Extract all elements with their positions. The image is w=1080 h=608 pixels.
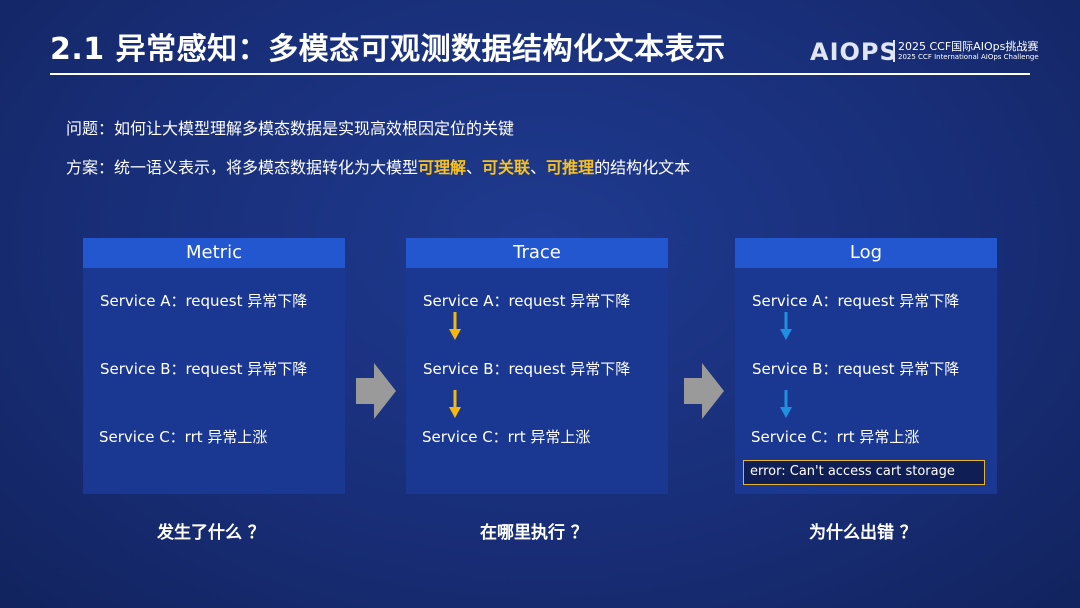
arrow-down-icon (780, 312, 792, 340)
flow-arrow-icon (684, 363, 724, 419)
slide-title: 2.1 异常感知：多模态可观测数据结构化文本表示 (50, 32, 726, 67)
title-divider (50, 73, 1030, 75)
solution-statement: 方案：统一语义表示，将多模态数据转化为大模型可理解、可关联、可推理的结构化文本 (66, 154, 690, 178)
log-row-service-c: Service C：rrt 异常上涨 (751, 428, 920, 446)
question-why-error: 为什么出错 ？ (809, 523, 917, 543)
solution-sep-1: 、 (466, 158, 483, 177)
log-panel-title: Log (735, 238, 997, 268)
trace-row-service-c: Service C：rrt 异常上涨 (422, 428, 591, 446)
metric-panel-title: Metric (83, 238, 345, 268)
solution-sep-2: 、 (530, 158, 547, 177)
trace-row-service-b: Service B：request 异常下降 (423, 360, 631, 378)
logo-line-1: 2025 CCF国际AIOps挑战赛 (898, 40, 1039, 53)
highlight-understandable: 可理解 (418, 158, 467, 177)
trace-panel-title: Trace (406, 238, 668, 268)
question-where-executed: 在哪里执行 ？ (480, 523, 588, 543)
log-panel: Log Service A：request 异常下降 Service B：req… (735, 238, 997, 494)
log-row-service-b: Service B：request 异常下降 (752, 360, 960, 378)
arrow-down-icon (449, 312, 461, 340)
highlight-reasonable: 可推理 (546, 158, 595, 177)
metric-panel: Metric Service A：request 异常下降 Service B：… (83, 238, 345, 494)
arrow-down-icon (780, 390, 792, 418)
arrow-down-icon (449, 390, 461, 418)
problem-statement: 问题：如何让大模型理解多模态数据是实现高效根因定位的关键 (66, 119, 515, 138)
trace-row-service-a: Service A：request 异常下降 (423, 292, 631, 310)
solution-prefix: 方案：统一语义表示，将多模态数据转化为大模型 (66, 158, 419, 177)
flow-arrow-icon (356, 363, 396, 419)
metric-row-service-a: Service A：request 异常下降 (100, 292, 308, 310)
metric-row-service-c: Service C：rrt 异常上涨 (99, 428, 268, 446)
metric-row-service-b: Service B：request 异常下降 (100, 360, 308, 378)
logo-line-2: 2025 CCF International AIOps Challenge (898, 53, 1039, 61)
logo-divider (893, 40, 895, 62)
log-row-service-a: Service A：request 异常下降 (752, 292, 960, 310)
highlight-relatable: 可关联 (482, 158, 531, 177)
error-log-box: error: Can't access cart storage (743, 460, 985, 485)
trace-panel: Trace Service A：request 异常下降 Service B：r… (406, 238, 668, 494)
solution-suffix: 的结构化文本 (594, 158, 691, 177)
logo-mark: AIOPS (810, 38, 898, 66)
question-what-happened: 发生了什么 ？ (157, 523, 265, 543)
